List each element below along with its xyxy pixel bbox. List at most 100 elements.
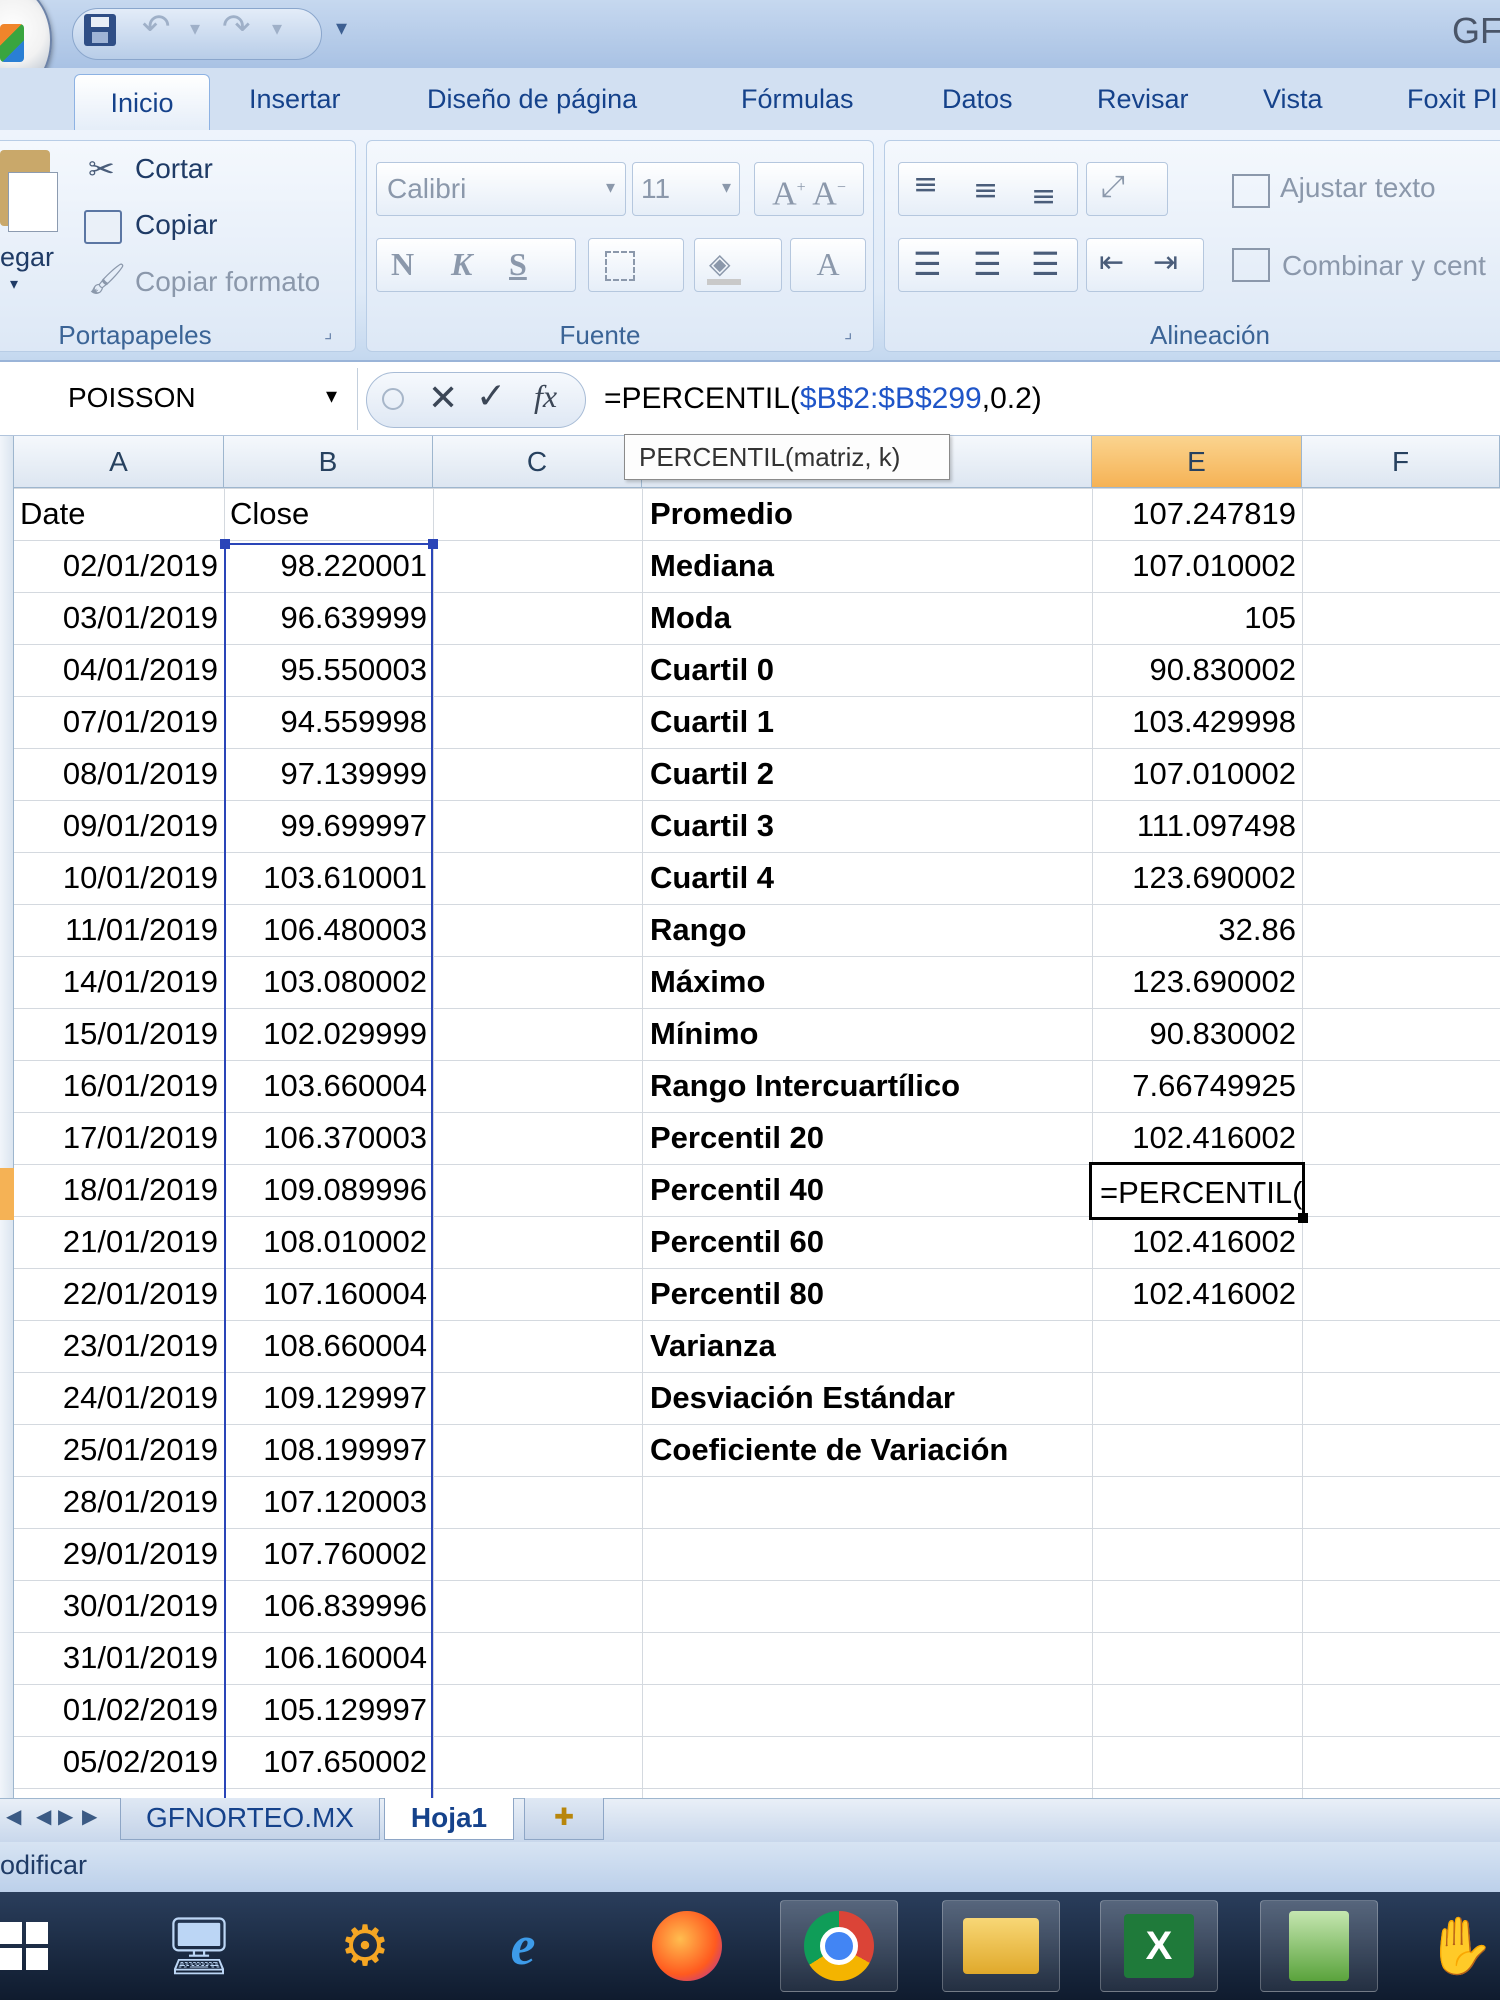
stat-label[interactable]: Cuartil 2 (650, 748, 1090, 800)
stat-value[interactable]: 102.416002 (1092, 1268, 1296, 1320)
paste-button[interactable]: egar ▾ (0, 150, 58, 293)
stat-value[interactable]: 107.247819 (1092, 488, 1296, 540)
font-grow-shrink-buttons[interactable]: A+ A− (754, 162, 864, 216)
taskbar-app-icon[interactable]: ✋ (1420, 1900, 1500, 1992)
cell-date[interactable]: 03/01/2019 (14, 592, 218, 644)
sheet-tab-hoja1[interactable]: Hoja1 (384, 1798, 514, 1840)
cell-date[interactable]: 15/01/2019 (14, 1008, 218, 1060)
cell-date[interactable]: 24/01/2019 (14, 1372, 218, 1424)
borders-button[interactable] (588, 238, 684, 292)
customize-qat-icon[interactable]: ▾ (336, 16, 347, 41)
taskbar-explorer-icon[interactable] (942, 1900, 1060, 1992)
stat-label[interactable]: Varianza (650, 1320, 1090, 1372)
horizontal-align-buttons[interactable]: ☰ ☰ ☰ (898, 238, 1078, 292)
font-launcher-icon[interactable]: ⌟ (844, 322, 852, 343)
redo-dropdown-icon[interactable]: ▾ (272, 18, 282, 38)
stat-value[interactable]: 102.416002 (1092, 1112, 1296, 1164)
tab-datos[interactable]: Datos (942, 84, 1013, 115)
enter-check-icon[interactable]: ✓ (476, 376, 506, 417)
copy-button[interactable]: Copiar (135, 209, 217, 241)
taskbar-firefox-icon[interactable] (628, 1900, 746, 1992)
merge-center-button[interactable]: Combinar y cent (1282, 250, 1486, 282)
tab-foxit[interactable]: Foxit Pl (1407, 84, 1497, 115)
tab-diseno-pagina[interactable]: Diseño de página (427, 84, 637, 115)
formula-bar-handle-icon[interactable] (382, 388, 404, 410)
cell-date[interactable]: 25/01/2019 (14, 1424, 218, 1476)
undo-icon[interactable]: ↶ (142, 10, 171, 44)
underline-button[interactable]: S (509, 239, 527, 289)
range-handle-icon[interactable] (220, 539, 230, 549)
stat-value[interactable]: 111.097498 (1092, 800, 1296, 852)
vertical-align-buttons[interactable]: ≡ ≡ ≡ (898, 162, 1078, 216)
cell-date[interactable]: 28/01/2019 (14, 1476, 218, 1528)
cell-date[interactable]: 09/01/2019 (14, 800, 218, 852)
font-color-button[interactable]: A (790, 238, 866, 292)
stat-label[interactable]: Percentil 60 (650, 1216, 1090, 1268)
new-sheet-icon[interactable]: ✚ (524, 1798, 604, 1840)
stat-label[interactable]: Rango Intercuartílico (650, 1060, 1090, 1112)
cell-date[interactable]: 01/02/2019 (14, 1684, 218, 1736)
cell-date[interactable]: 29/01/2019 (14, 1528, 218, 1580)
stat-label[interactable]: Percentil 40 (650, 1164, 1090, 1216)
cell-date[interactable]: 18/01/2019 (14, 1164, 218, 1216)
cancel-icon[interactable]: ✕ (428, 378, 458, 419)
stat-value[interactable]: 90.830002 (1092, 644, 1296, 696)
stat-label[interactable]: Coeficiente de Variación (650, 1424, 1090, 1476)
cell-date[interactable]: 30/01/2019 (14, 1580, 218, 1632)
name-box-dropdown-icon[interactable]: ▾ (326, 384, 337, 409)
next-sheet-icon[interactable]: ▶ (58, 1804, 73, 1828)
stat-label[interactable]: Cuartil 3 (650, 800, 1090, 852)
stat-label[interactable]: Percentil 80 (650, 1268, 1090, 1320)
stat-label[interactable]: Cuartil 1 (650, 696, 1090, 748)
insert-function-icon[interactable]: fx (534, 378, 557, 415)
cell-date[interactable]: 17/01/2019 (14, 1112, 218, 1164)
stat-label[interactable]: Cuartil 0 (650, 644, 1090, 696)
stat-value[interactable]: 123.690002 (1092, 956, 1296, 1008)
cell-date[interactable]: 11/01/2019 (14, 904, 218, 956)
taskbar-settings-icon[interactable]: ⚙ (306, 1900, 424, 1992)
cell-date[interactable]: 16/01/2019 (14, 1060, 218, 1112)
fill-color-button[interactable]: ◈ (694, 238, 782, 292)
prev-sheet-icon[interactable]: ◀ (36, 1804, 51, 1828)
column-header-a[interactable]: A (14, 436, 224, 488)
stat-label[interactable]: Mediana (650, 540, 1090, 592)
row-headers[interactable] (0, 436, 14, 1798)
font-size-select[interactable]: 11 ▾ (632, 162, 740, 216)
sheet-tab-gfnorteo[interactable]: GFNORTEO.MX (120, 1798, 380, 1840)
tab-vista[interactable]: Vista (1263, 84, 1323, 115)
stat-label[interactable]: Máximo (650, 956, 1090, 1008)
start-button[interactable] (0, 1900, 56, 1992)
stat-value[interactable]: 105 (1092, 592, 1296, 644)
tab-formulas[interactable]: Fórmulas (741, 84, 854, 115)
stat-value[interactable]: 107.010002 (1092, 748, 1296, 800)
orientation-button[interactable]: ⤢ (1086, 162, 1168, 216)
stat-value[interactable]: 107.010002 (1092, 540, 1296, 592)
font-name-select[interactable]: Calibri ▾ (376, 162, 626, 216)
stat-label[interactable]: Moda (650, 592, 1090, 644)
formula-input[interactable]: =PERCENTIL($B$2:$B$299,0.2) (604, 382, 1042, 416)
stat-value[interactable]: 123.690002 (1092, 852, 1296, 904)
fill-handle-icon[interactable] (1298, 1213, 1308, 1223)
column-header-c[interactable]: C (433, 436, 642, 488)
active-cell-e14[interactable]: =PERCENTIL( (1089, 1162, 1305, 1220)
column-header-f[interactable]: F (1302, 436, 1500, 488)
italic-button[interactable]: K (451, 239, 472, 289)
first-sheet-icon[interactable]: ◀ (6, 1804, 21, 1828)
taskbar-calc-icon[interactable] (1260, 1900, 1378, 1992)
cell-date[interactable]: 10/01/2019 (14, 852, 218, 904)
save-icon[interactable] (84, 14, 116, 46)
stat-label[interactable]: Promedio (650, 488, 1090, 540)
range-handle-icon[interactable] (428, 539, 438, 549)
tab-insertar[interactable]: Insertar (249, 84, 341, 115)
redo-icon[interactable]: ↷ (222, 10, 251, 44)
tab-revisar[interactable]: Revisar (1097, 84, 1189, 115)
cut-button[interactable]: Cortar (135, 153, 213, 185)
last-sheet-icon[interactable]: ▶ (82, 1804, 97, 1828)
column-header-b[interactable]: B (224, 436, 433, 488)
indent-buttons[interactable]: ⇤ ⇥ (1086, 238, 1204, 292)
stat-label[interactable]: Rango (650, 904, 1090, 956)
cell-date[interactable]: 31/01/2019 (14, 1632, 218, 1684)
stat-label[interactable]: Desviación Estándar (650, 1372, 1090, 1424)
cell-date[interactable]: 07/01/2019 (14, 696, 218, 748)
format-painter-button[interactable]: Copiar formato (135, 266, 320, 298)
